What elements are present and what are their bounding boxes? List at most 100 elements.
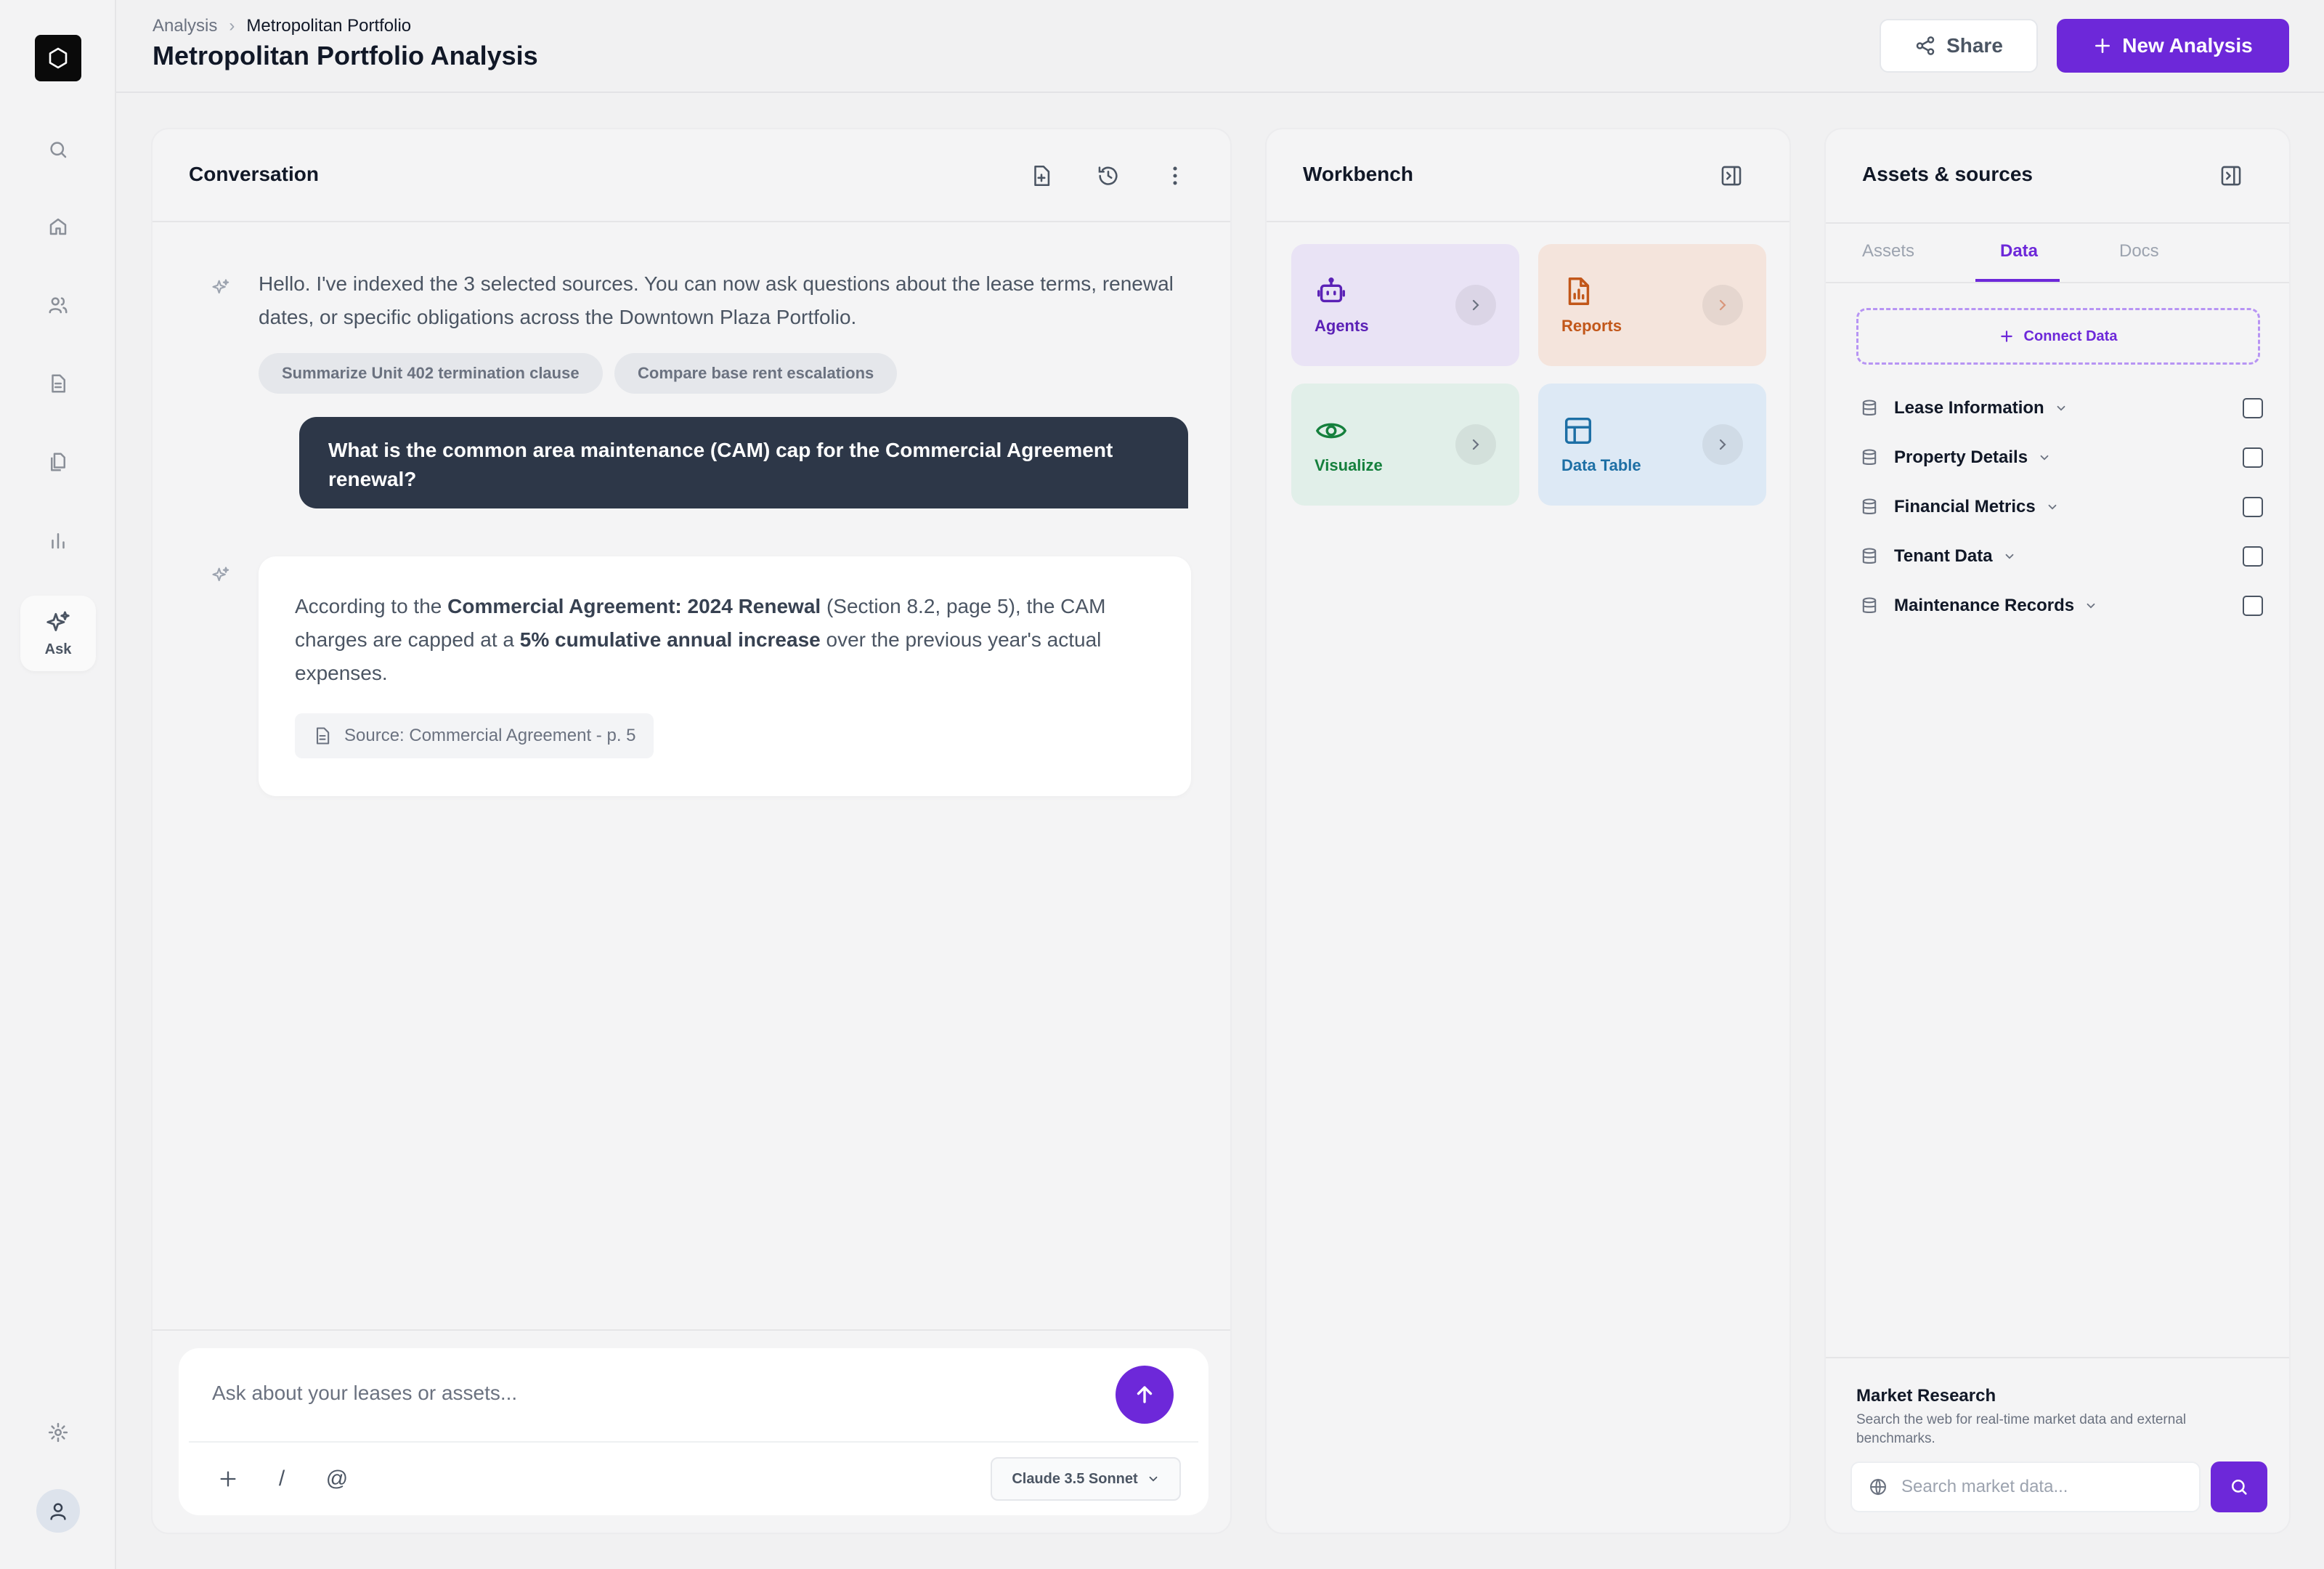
breadcrumb-analysis[interactable]: Analysis bbox=[153, 16, 217, 36]
avatar[interactable] bbox=[36, 1489, 80, 1533]
source-row[interactable]: Tenant Data bbox=[1859, 542, 2263, 571]
tab-assets[interactable]: Assets bbox=[1862, 241, 1914, 285]
chevron-right-icon[interactable] bbox=[1702, 424, 1743, 465]
chat-input[interactable]: Ask about your leases or assets... bbox=[212, 1382, 517, 1405]
market-search-input[interactable]: Search market data... bbox=[1850, 1461, 2201, 1512]
source-row[interactable]: Lease Information bbox=[1859, 394, 2263, 423]
mention-button[interactable]: @ bbox=[315, 1457, 359, 1501]
chevron-right-icon: › bbox=[229, 16, 235, 36]
workbench-header: Workbench bbox=[1267, 129, 1789, 222]
chevron-down-icon[interactable] bbox=[2046, 500, 2059, 514]
gear-icon[interactable] bbox=[29, 1403, 87, 1461]
app-logo[interactable] bbox=[35, 35, 81, 81]
slash-command-button[interactable]: / bbox=[260, 1457, 304, 1501]
home-icon[interactable] bbox=[29, 198, 87, 256]
market-search-placeholder: Search market data... bbox=[1901, 1477, 2068, 1496]
chevron-right-icon[interactable] bbox=[1455, 285, 1496, 325]
files-icon[interactable] bbox=[29, 433, 87, 491]
arrow-up-icon bbox=[1137, 1386, 1153, 1403]
search-icon bbox=[2231, 1479, 2247, 1495]
plus-icon bbox=[2095, 38, 2110, 53]
source-label: Financial Metrics bbox=[1894, 497, 2036, 516]
connect-data-label: Connect Data bbox=[2023, 328, 2118, 344]
chevron-right-icon[interactable] bbox=[1702, 285, 1743, 325]
database-icon bbox=[1859, 594, 1882, 617]
conversation-title: Conversation bbox=[189, 163, 319, 185]
new-document-icon[interactable] bbox=[1024, 158, 1059, 193]
chevron-down-icon[interactable] bbox=[2038, 451, 2051, 464]
suggestion-chip[interactable]: Compare base rent escalations bbox=[614, 353, 898, 394]
visualize-tile[interactable]: Visualize bbox=[1291, 384, 1519, 506]
more-vertical-icon[interactable] bbox=[1158, 158, 1193, 193]
data-table-label: Data Table bbox=[1561, 456, 1641, 474]
source-row[interactable]: Financial Metrics bbox=[1859, 492, 2263, 522]
plus-icon bbox=[2000, 331, 2012, 342]
market-search-button[interactable] bbox=[2211, 1461, 2267, 1512]
database-icon bbox=[1859, 495, 1882, 519]
database-icon bbox=[1859, 397, 1882, 420]
search-icon[interactable] bbox=[29, 121, 87, 179]
model-selector[interactable]: Claude 3.5 Sonnet bbox=[991, 1457, 1181, 1501]
assets-title: Assets & sources bbox=[1862, 163, 2033, 185]
top-header: Analysis › Metropolitan Portfolio Metrop… bbox=[116, 0, 2324, 93]
chevron-right-icon[interactable] bbox=[1455, 424, 1496, 465]
robot-icon bbox=[1315, 275, 1349, 309]
collapse-panel-icon[interactable] bbox=[1714, 158, 1749, 193]
chevron-down-icon[interactable] bbox=[2003, 550, 2016, 563]
new-analysis-label: New Analysis bbox=[2122, 34, 2253, 57]
collapse-panel-icon[interactable] bbox=[2214, 158, 2248, 193]
source-checkbox[interactable] bbox=[2243, 447, 2263, 468]
send-button[interactable] bbox=[1116, 1366, 1174, 1424]
chevron-down-icon[interactable] bbox=[2055, 402, 2068, 415]
database-icon bbox=[1859, 545, 1882, 568]
breadcrumb: Analysis › Metropolitan Portfolio bbox=[153, 16, 411, 36]
share-icon bbox=[1916, 36, 1935, 55]
data-table-tile[interactable]: Data Table bbox=[1538, 384, 1766, 506]
market-research-section: Market Research Search the web for real-… bbox=[1826, 1357, 2289, 1533]
source-label: Property Details bbox=[1894, 447, 2028, 467]
tabs-divider bbox=[1826, 282, 2289, 283]
chevron-down-icon[interactable] bbox=[2084, 599, 2097, 612]
assistant-greeting: Hello. I've indexed the 3 selected sourc… bbox=[259, 272, 1174, 328]
market-research-title: Market Research bbox=[1856, 1386, 1996, 1406]
document-icon[interactable] bbox=[29, 354, 87, 413]
composer: Ask about your leases or assets... / @ C… bbox=[179, 1348, 1208, 1515]
chevron-down-icon bbox=[1149, 1476, 1158, 1482]
visualize-label: Visualize bbox=[1315, 456, 1383, 474]
page-title: Metropolitan Portfolio Analysis bbox=[153, 41, 538, 70]
assets-header: Assets & sources bbox=[1826, 129, 2289, 222]
new-analysis-button[interactable]: New Analysis bbox=[2057, 19, 2289, 73]
share-button[interactable]: Share bbox=[1880, 19, 2038, 73]
agents-label: Agents bbox=[1315, 317, 1369, 335]
globe-icon bbox=[1870, 1478, 1886, 1496]
source-checkbox[interactable] bbox=[2243, 497, 2263, 517]
share-label: Share bbox=[1946, 34, 2003, 57]
reports-tile[interactable]: Reports bbox=[1538, 244, 1766, 366]
database-icon bbox=[1859, 446, 1882, 469]
connect-data-button[interactable]: Connect Data bbox=[1856, 308, 2260, 365]
history-icon[interactable] bbox=[1091, 158, 1126, 193]
user-icon bbox=[50, 1503, 66, 1520]
suggestion-chip[interactable]: Summarize Unit 402 termination clause bbox=[259, 353, 603, 394]
users-icon[interactable] bbox=[29, 276, 87, 334]
market-research-description: Search the web for real-time market data… bbox=[1856, 1412, 2187, 1446]
conversation-panel: Conversation Hello. I've indexed the 3 s… bbox=[151, 128, 1232, 1534]
tab-data[interactable]: Data bbox=[2000, 241, 2038, 285]
ask-nav-button[interactable]: Ask bbox=[20, 596, 96, 671]
tab-docs[interactable]: Docs bbox=[2119, 241, 2159, 285]
source-row[interactable]: Property Details bbox=[1859, 443, 2263, 472]
chart-icon[interactable] bbox=[29, 511, 87, 569]
sidebar: Ask bbox=[0, 0, 116, 1569]
source-checkbox[interactable] bbox=[2243, 596, 2263, 616]
eye-icon bbox=[1315, 414, 1349, 449]
source-citation[interactable]: Source: Commercial Agreement - p. 5 bbox=[295, 713, 654, 758]
source-checkbox[interactable] bbox=[2243, 398, 2263, 418]
source-label: Tenant Data bbox=[1894, 546, 1993, 566]
ask-label: Ask bbox=[44, 641, 72, 657]
assistant-sparkle-icon bbox=[209, 564, 232, 587]
source-checkbox[interactable] bbox=[2243, 546, 2263, 567]
source-label: Source: Commercial Agreement - p. 5 bbox=[344, 726, 636, 745]
source-row[interactable]: Maintenance Records bbox=[1859, 591, 2263, 620]
attach-plus-icon[interactable] bbox=[206, 1457, 250, 1501]
agents-tile[interactable]: Agents bbox=[1291, 244, 1519, 366]
